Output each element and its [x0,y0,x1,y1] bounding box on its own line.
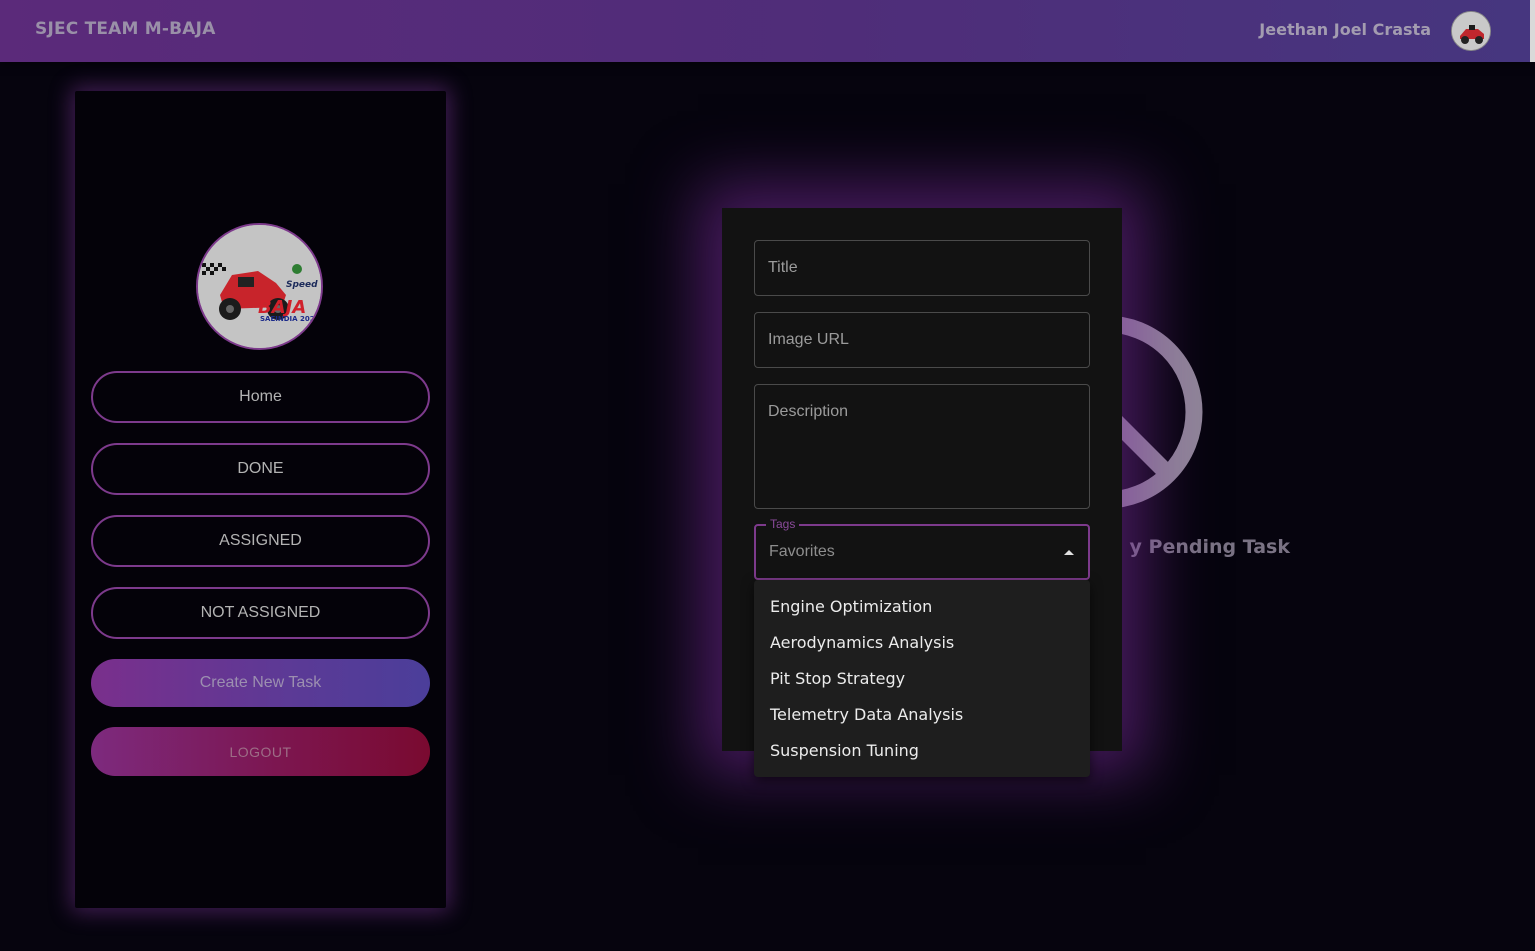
avatar[interactable] [1451,11,1491,51]
nav-assigned-button[interactable]: ASSIGNED [91,515,430,567]
nav-done-button[interactable]: DONE [91,443,430,495]
car-avatar-icon [1452,12,1490,50]
svg-text:Speed: Speed [286,280,318,290]
user-name: Jeethan Joel Crasta [1259,20,1431,39]
tag-option[interactable]: Suspension Tuning [754,732,1090,768]
description-textarea[interactable]: Description [754,384,1090,509]
tags-select[interactable]: Tags Favorites [754,517,1090,580]
create-new-task-button[interactable]: Create New Task [91,659,430,707]
nav-not-assigned-button[interactable]: NOT ASSIGNED [91,587,430,639]
baja-logo-icon: Speed BAJA SAEINDIA 2024 [198,225,321,348]
team-logo: Speed BAJA SAEINDIA 2024 [196,223,323,350]
tag-option[interactable]: Aerodynamics Analysis [754,624,1090,660]
sidebar: Speed BAJA SAEINDIA 2024 Home DONE ASSIG… [75,91,446,908]
tag-option[interactable]: Telemetry Data Analysis [754,696,1090,732]
tags-dropdown-menu: Engine Optimization Aerodynamics Analysi… [754,580,1090,777]
brand-title: SJEC TEAM M-BAJA [35,19,216,39]
image-url-input[interactable]: Image URL [754,312,1090,368]
description-placeholder: Description [768,403,849,420]
logout-button[interactable]: LOGOUT [91,727,430,776]
title-input[interactable]: Title [754,240,1090,296]
tags-label: Tags [766,517,800,531]
scrollbar[interactable] [1530,0,1535,62]
tag-option[interactable]: Pit Stop Strategy [754,660,1090,696]
tags-selected-value: Favorites [769,543,835,560]
caret-up-icon [1064,550,1074,555]
nav-home-button[interactable]: Home [91,371,430,423]
image-url-placeholder: Image URL [768,331,849,348]
tag-option[interactable]: Engine Optimization [754,588,1090,624]
top-bar: SJEC TEAM M-BAJA Jeethan Joel Crasta [0,0,1535,62]
title-placeholder: Title [768,259,798,276]
svg-text:SAEINDIA 2024: SAEINDIA 2024 [260,315,320,323]
